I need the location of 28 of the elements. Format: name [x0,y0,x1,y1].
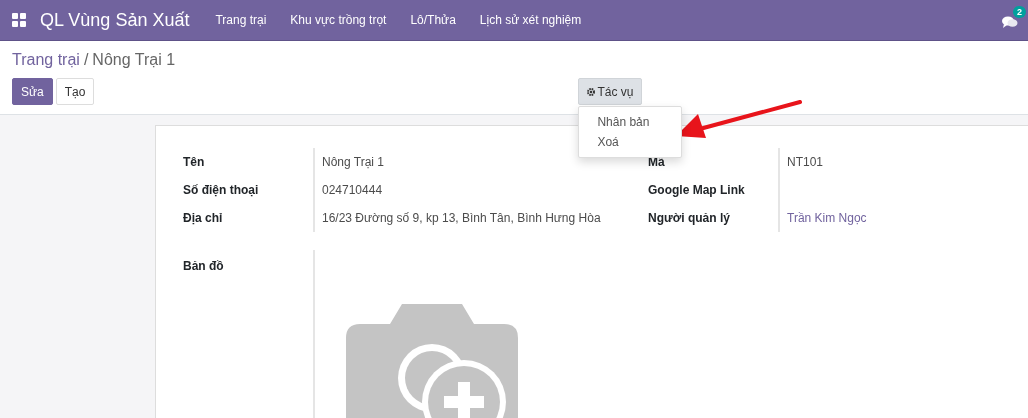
edit-button[interactable]: Sửa [12,78,53,105]
field-value: Nông Trại 1 [322,155,385,169]
field-value: 024710444 [322,183,383,197]
breadcrumb-separator: / [83,51,89,69]
dropdown-menu-item[interactable]: Xoá [579,132,682,152]
chat-bubbles-icon[interactable] [1002,15,1018,29]
breadcrumb-link[interactable]: Trang trại [12,51,80,69]
navbar-menu-item[interactable]: Trang trại [215,13,267,27]
field-value[interactable]: Trần Kim Ngọc [787,211,867,225]
field-value: 16/23 Đường số 9, kp 13, Bình Tân, Bình Hưng Hòa [322,211,601,225]
field-label: Địa chỉ [183,210,224,226]
field-label: Số điện thoại [183,182,260,198]
navbar-menu-item[interactable]: Lịch sử xét nghiệm [479,13,582,27]
field-label: Người quản lý [648,210,731,226]
field-label: Google Map Link [648,182,746,198]
gear-icon [587,87,596,96]
app-title: QL Vùng Sản Xuất [40,9,190,31]
message-count-badge: 2 [1013,6,1026,18]
apps-grid-icon[interactable] [12,13,26,27]
breadcrumb-current: Nông Trại 1 [92,51,176,69]
field-value: NT101 [787,155,824,169]
field-label: Tên [183,154,206,170]
create-button[interactable]: Tạo [55,78,95,105]
navbar-menu-item[interactable]: Khu vực trồng trọt [290,13,387,27]
dropdown-menu-item[interactable]: Nhân bản [579,112,682,132]
action-dropdown-button[interactable]: Tác vụ [578,78,643,105]
field-label: Bản đồ [183,258,225,274]
navbar-menu-item[interactable]: Lô/Thửa [410,13,456,27]
